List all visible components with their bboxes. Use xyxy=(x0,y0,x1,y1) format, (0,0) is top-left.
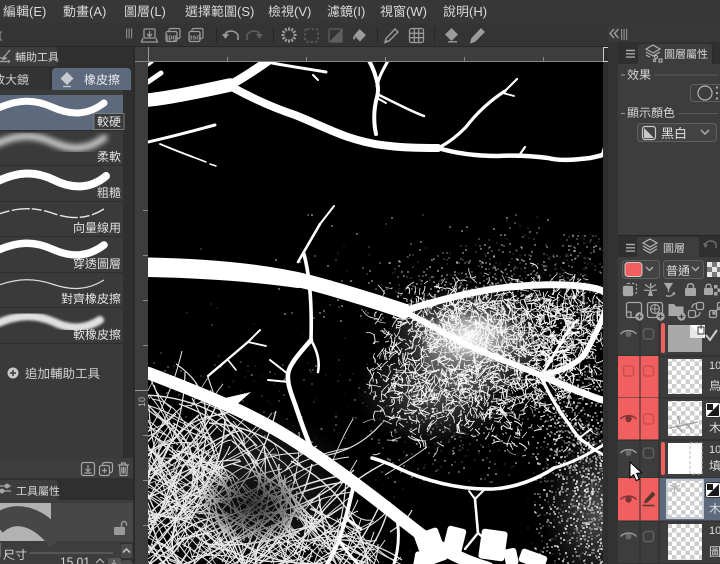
svg-text:15.01: 15.01 xyxy=(60,555,90,564)
svg-text:10: 10 xyxy=(709,444,720,456)
svg-text:10: 10 xyxy=(137,397,147,407)
svg-text:100: 100 xyxy=(709,525,720,537)
svg-text:100: 100 xyxy=(709,360,720,372)
